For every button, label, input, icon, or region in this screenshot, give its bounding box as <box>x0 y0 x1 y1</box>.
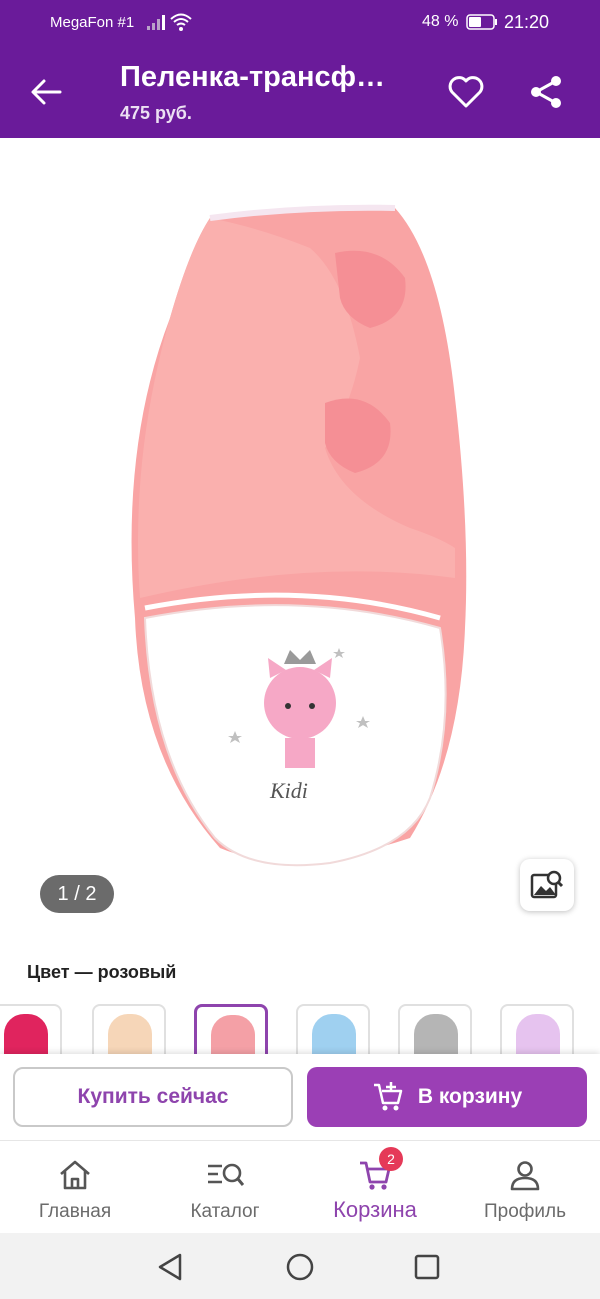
bottom-navigation: Главная Каталог 2 Корзина Профиль <box>0 1140 600 1233</box>
system-navigation-bar <box>0 1233 600 1299</box>
color-swatch-crimson[interactable] <box>0 1004 62 1054</box>
purchase-actions: Купить сейчас В корзину <box>0 1054 600 1140</box>
image-search-button[interactable] <box>520 859 574 911</box>
share-icon <box>531 76 561 108</box>
battery-icon <box>466 14 497 30</box>
nav-item-catalog[interactable]: Каталог <box>150 1141 300 1234</box>
color-swatch-blue[interactable] <box>296 1004 370 1054</box>
heart-icon <box>448 76 484 108</box>
home-icon <box>60 1160 90 1190</box>
page-indicator: 1 / 2 <box>40 875 114 913</box>
profile-icon <box>510 1161 540 1191</box>
print-text: Kidi <box>269 778 308 803</box>
nav-item-cart[interactable]: 2 Корзина <box>300 1141 450 1234</box>
share-button[interactable] <box>526 72 566 112</box>
page-title: Пеленка-трансф… <box>120 61 386 93</box>
status-bar: MegaFon #1 48 % 21:20 <box>0 0 600 45</box>
image-search-icon <box>530 870 564 899</box>
color-swatch-lilac[interactable] <box>500 1004 574 1054</box>
nav-label-cart: Корзина <box>333 1197 417 1222</box>
cart-plus-icon <box>373 1082 403 1111</box>
product-image: Kidi <box>131 204 467 867</box>
arrow-left-icon <box>31 79 62 105</box>
add-to-cart-button[interactable]: В корзину <box>307 1067 587 1127</box>
system-home-button[interactable] <box>283 1250 317 1284</box>
triangle-back-icon <box>158 1253 182 1281</box>
nav-item-home[interactable]: Главная <box>0 1141 150 1234</box>
cart-badge: 2 <box>379 1147 403 1171</box>
nav-label-home: Главная <box>38 1201 112 1222</box>
nav-label-profile: Профиль <box>483 1201 567 1222</box>
nav-label-catalog: Каталог <box>190 1201 260 1222</box>
system-back-button[interactable] <box>153 1250 187 1284</box>
favorite-button[interactable] <box>445 72 487 112</box>
product-price: 475 руб. <box>120 103 192 123</box>
color-swatches <box>0 1004 600 1054</box>
back-button[interactable] <box>26 72 66 112</box>
square-recents-icon <box>414 1254 440 1280</box>
color-swatch-pink[interactable] <box>194 1004 268 1054</box>
buy-now-button[interactable]: Купить сейчас <box>13 1067 293 1127</box>
app-bar: Пеленка-трансф… 475 руб. <box>0 45 600 138</box>
color-label: Цвет — розовый <box>27 962 177 982</box>
nav-item-profile[interactable]: Профиль <box>450 1141 600 1234</box>
wifi-icon <box>170 13 192 31</box>
signal-icon <box>147 15 165 30</box>
battery-percent: 48 % <box>422 13 459 30</box>
system-recents-button[interactable] <box>410 1250 444 1284</box>
color-swatch-grey[interactable] <box>398 1004 472 1054</box>
color-swatch-beige[interactable] <box>92 1004 166 1054</box>
product-gallery[interactable]: Kidi 1 / 2 <box>0 138 600 930</box>
add-to-cart-label: В корзину <box>417 1085 523 1108</box>
catalog-search-icon <box>208 1163 244 1186</box>
carrier-name: MegaFon #1 <box>50 14 135 31</box>
circle-home-icon <box>286 1253 314 1281</box>
clock: 21:20 <box>504 12 550 32</box>
